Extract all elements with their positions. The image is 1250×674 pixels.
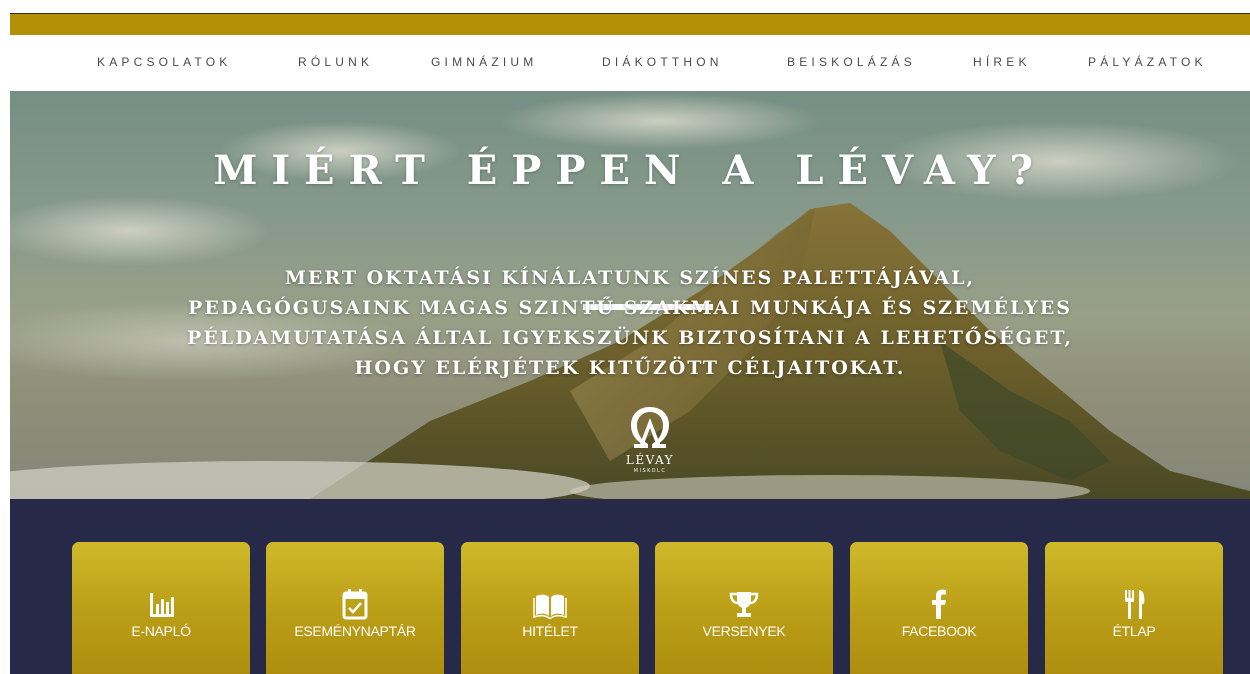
tile-facebook[interactable]: FACEBOOK [850, 542, 1028, 674]
hero-description: MERT OKTATÁSI KÍNÁLATUNK SZÍNES PALETTÁJ… [186, 267, 1074, 379]
tile-label: ESEMÉNYNAPTÁR [294, 623, 416, 639]
top-gold-bar [10, 14, 1250, 35]
hero-title: MIÉRT ÉPPEN A LÉVAY? [213, 147, 1047, 194]
logo-name: LÉVAY [625, 453, 675, 467]
nav-item-diakotthon[interactable]: DIÁKOTTHON [602, 55, 723, 69]
fork-knife-icon [1125, 590, 1145, 619]
bar-chart-icon [150, 593, 174, 617]
tile-label: FACEBOOK [901, 623, 977, 639]
levay-logo[interactable]: LÉVAY MISKOLC [622, 404, 678, 476]
tile-versenyek[interactable]: VERSENYEK [655, 542, 833, 674]
nav-item-hirek[interactable]: HÍREK [973, 55, 1031, 69]
tile-label: E-NAPLÓ [131, 623, 191, 639]
nav-item-palyazatok[interactable]: PÁLYÁZATOK [1088, 55, 1207, 69]
calendar-check-icon [342, 589, 368, 620]
quick-links-section: E-NAPLÓ ESEMÉNYNAPTÁR HITÉLET VERSENYEK … [10, 499, 1250, 674]
trophy-icon [729, 592, 759, 617]
tile-label: ÉTLAP [1112, 623, 1156, 639]
tile-hitelet[interactable]: HITÉLET [461, 542, 639, 674]
tile-label: HITÉLET [522, 623, 578, 639]
page: KAPCSOLATOK RÓLUNK GIMNÁZIUM DIÁKOTTHON … [10, 13, 1250, 674]
tile-e-naplo[interactable]: E-NAPLÓ [72, 542, 250, 674]
logo-city: MISKOLC [633, 468, 667, 474]
omega-icon [631, 407, 669, 448]
nav-item-gimnazium[interactable]: GIMNÁZIUM [431, 55, 537, 69]
tile-etlap[interactable]: ÉTLAP [1045, 542, 1223, 674]
main-nav: KAPCSOLATOK RÓLUNK GIMNÁZIUM DIÁKOTTHON … [10, 35, 1250, 91]
nav-item-beiskolazas[interactable]: BEISKOLÁZÁS [787, 55, 916, 69]
tile-esemenynaptar[interactable]: ESEMÉNYNAPTÁR [266, 542, 444, 674]
facebook-icon [932, 589, 946, 619]
nav-item-rolunk[interactable]: RÓLUNK [298, 55, 373, 69]
open-book-icon [533, 594, 567, 619]
tile-label: VERSENYEK [702, 623, 786, 639]
nav-item-kapcsolatok[interactable]: KAPCSOLATOK [97, 55, 231, 69]
hero-banner: MIÉRT ÉPPEN A LÉVAY? MERT OKTATÁSI KÍNÁL… [10, 91, 1250, 499]
